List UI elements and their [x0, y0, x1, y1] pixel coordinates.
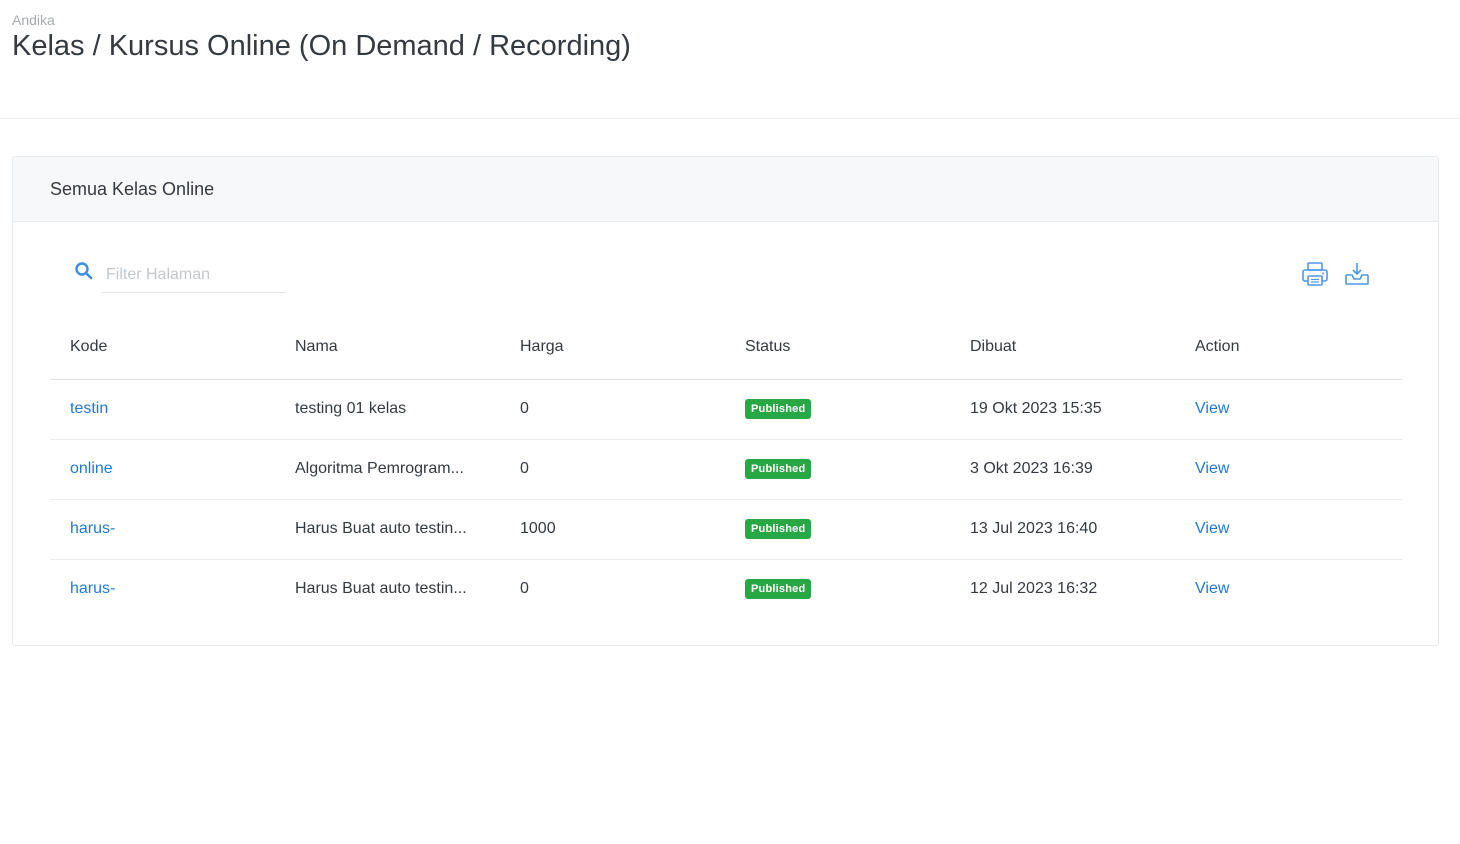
cell-nama: Harus Buat auto testin...	[275, 559, 500, 619]
table-row: online Algoritma Pemrogram... 0 Publishe…	[50, 439, 1402, 500]
kode-link[interactable]: testin	[70, 400, 108, 417]
column-header-nama[interactable]: Nama	[275, 315, 500, 380]
cell-nama: Algoritma Pemrogram...	[275, 439, 500, 500]
cell-nama: testing 01 kelas	[275, 379, 500, 440]
status-badge: Published	[745, 399, 812, 419]
view-link[interactable]: View	[1195, 580, 1229, 597]
table-header-row: Kode Nama Harga Status Dibuat Action	[50, 315, 1402, 380]
kode-link[interactable]: harus-	[70, 520, 115, 537]
cell-harga: 0	[520, 580, 529, 598]
cell-nama: Harus Buat auto testin...	[275, 499, 500, 560]
status-badge: Published	[745, 459, 812, 479]
export-icon[interactable]	[1343, 261, 1371, 287]
nama-text: Harus Buat auto testin...	[295, 519, 467, 537]
cell-dibuat: 12 Jul 2023 16:32	[970, 580, 1098, 598]
cell-harga: 0	[500, 439, 725, 500]
cell-kode: testin	[50, 379, 275, 440]
nama-text: Algoritma Pemrogram...	[295, 459, 464, 477]
status-badge: Published	[745, 519, 812, 539]
cell-action: View	[1175, 559, 1402, 619]
table-row: harus- Harus Buat auto testin... 0 Publi…	[50, 559, 1402, 619]
cell-harga: 0	[500, 379, 725, 440]
status-badge: Published	[745, 579, 812, 600]
column-header-dibuat[interactable]: Dibuat	[950, 315, 1175, 380]
classes-table: Kode Nama Harga Status Dibuat Action tes…	[50, 315, 1402, 619]
cell-action: View	[1175, 379, 1402, 440]
cell-dibuat: 13 Jul 2023 16:40	[950, 499, 1175, 560]
cell-status: Published	[725, 499, 950, 560]
cell-status: Published	[725, 439, 950, 500]
breadcrumb[interactable]: Andika	[12, 12, 55, 28]
card-title: Semua Kelas Online	[13, 157, 1438, 222]
column-header-status[interactable]: Status	[725, 315, 950, 380]
kode-link[interactable]: online	[70, 460, 113, 477]
cell-action: View	[1175, 499, 1402, 560]
nama-text: testing 01 kelas	[295, 399, 407, 417]
cell-status: Published	[725, 559, 950, 619]
cell-kode: harus-	[50, 559, 275, 619]
view-link[interactable]: View	[1195, 400, 1229, 417]
cell-kode: harus-	[50, 499, 275, 560]
search-input[interactable]	[101, 257, 285, 293]
nama-text: Harus Buat auto testin...	[295, 580, 467, 598]
page-title: Kelas / Kursus Online (On Demand / Recor…	[12, 30, 631, 62]
classes-card: Semua Kelas Online Filter Halaman Kode N…	[12, 156, 1439, 646]
cell-dibuat: 19 Okt 2023 15:35	[950, 379, 1175, 440]
search-icon	[74, 261, 94, 281]
cell-status: Published	[725, 379, 950, 440]
cell-kode: online	[50, 439, 275, 500]
view-link[interactable]: View	[1195, 460, 1229, 477]
column-header-harga[interactable]: Harga	[500, 315, 725, 380]
page-header: Andika Kelas / Kursus Online (On Demand …	[0, 0, 1460, 119]
kode-link[interactable]: harus-	[70, 580, 115, 597]
cell-harga: 1000	[500, 499, 725, 560]
view-link[interactable]: View	[1195, 520, 1229, 537]
table-toolbar	[13, 253, 1438, 299]
table-row: harus- Harus Buat auto testin... 1000 Pu…	[50, 499, 1402, 560]
cell-action: View	[1175, 439, 1402, 500]
table-row: testin testing 01 kelas 0 Published 19 O…	[50, 379, 1402, 440]
cell-dibuat: 3 Okt 2023 16:39	[950, 439, 1175, 500]
column-header-action: Action	[1175, 315, 1402, 380]
print-icon[interactable]	[1301, 261, 1329, 287]
column-header-kode[interactable]: Kode	[50, 315, 275, 380]
